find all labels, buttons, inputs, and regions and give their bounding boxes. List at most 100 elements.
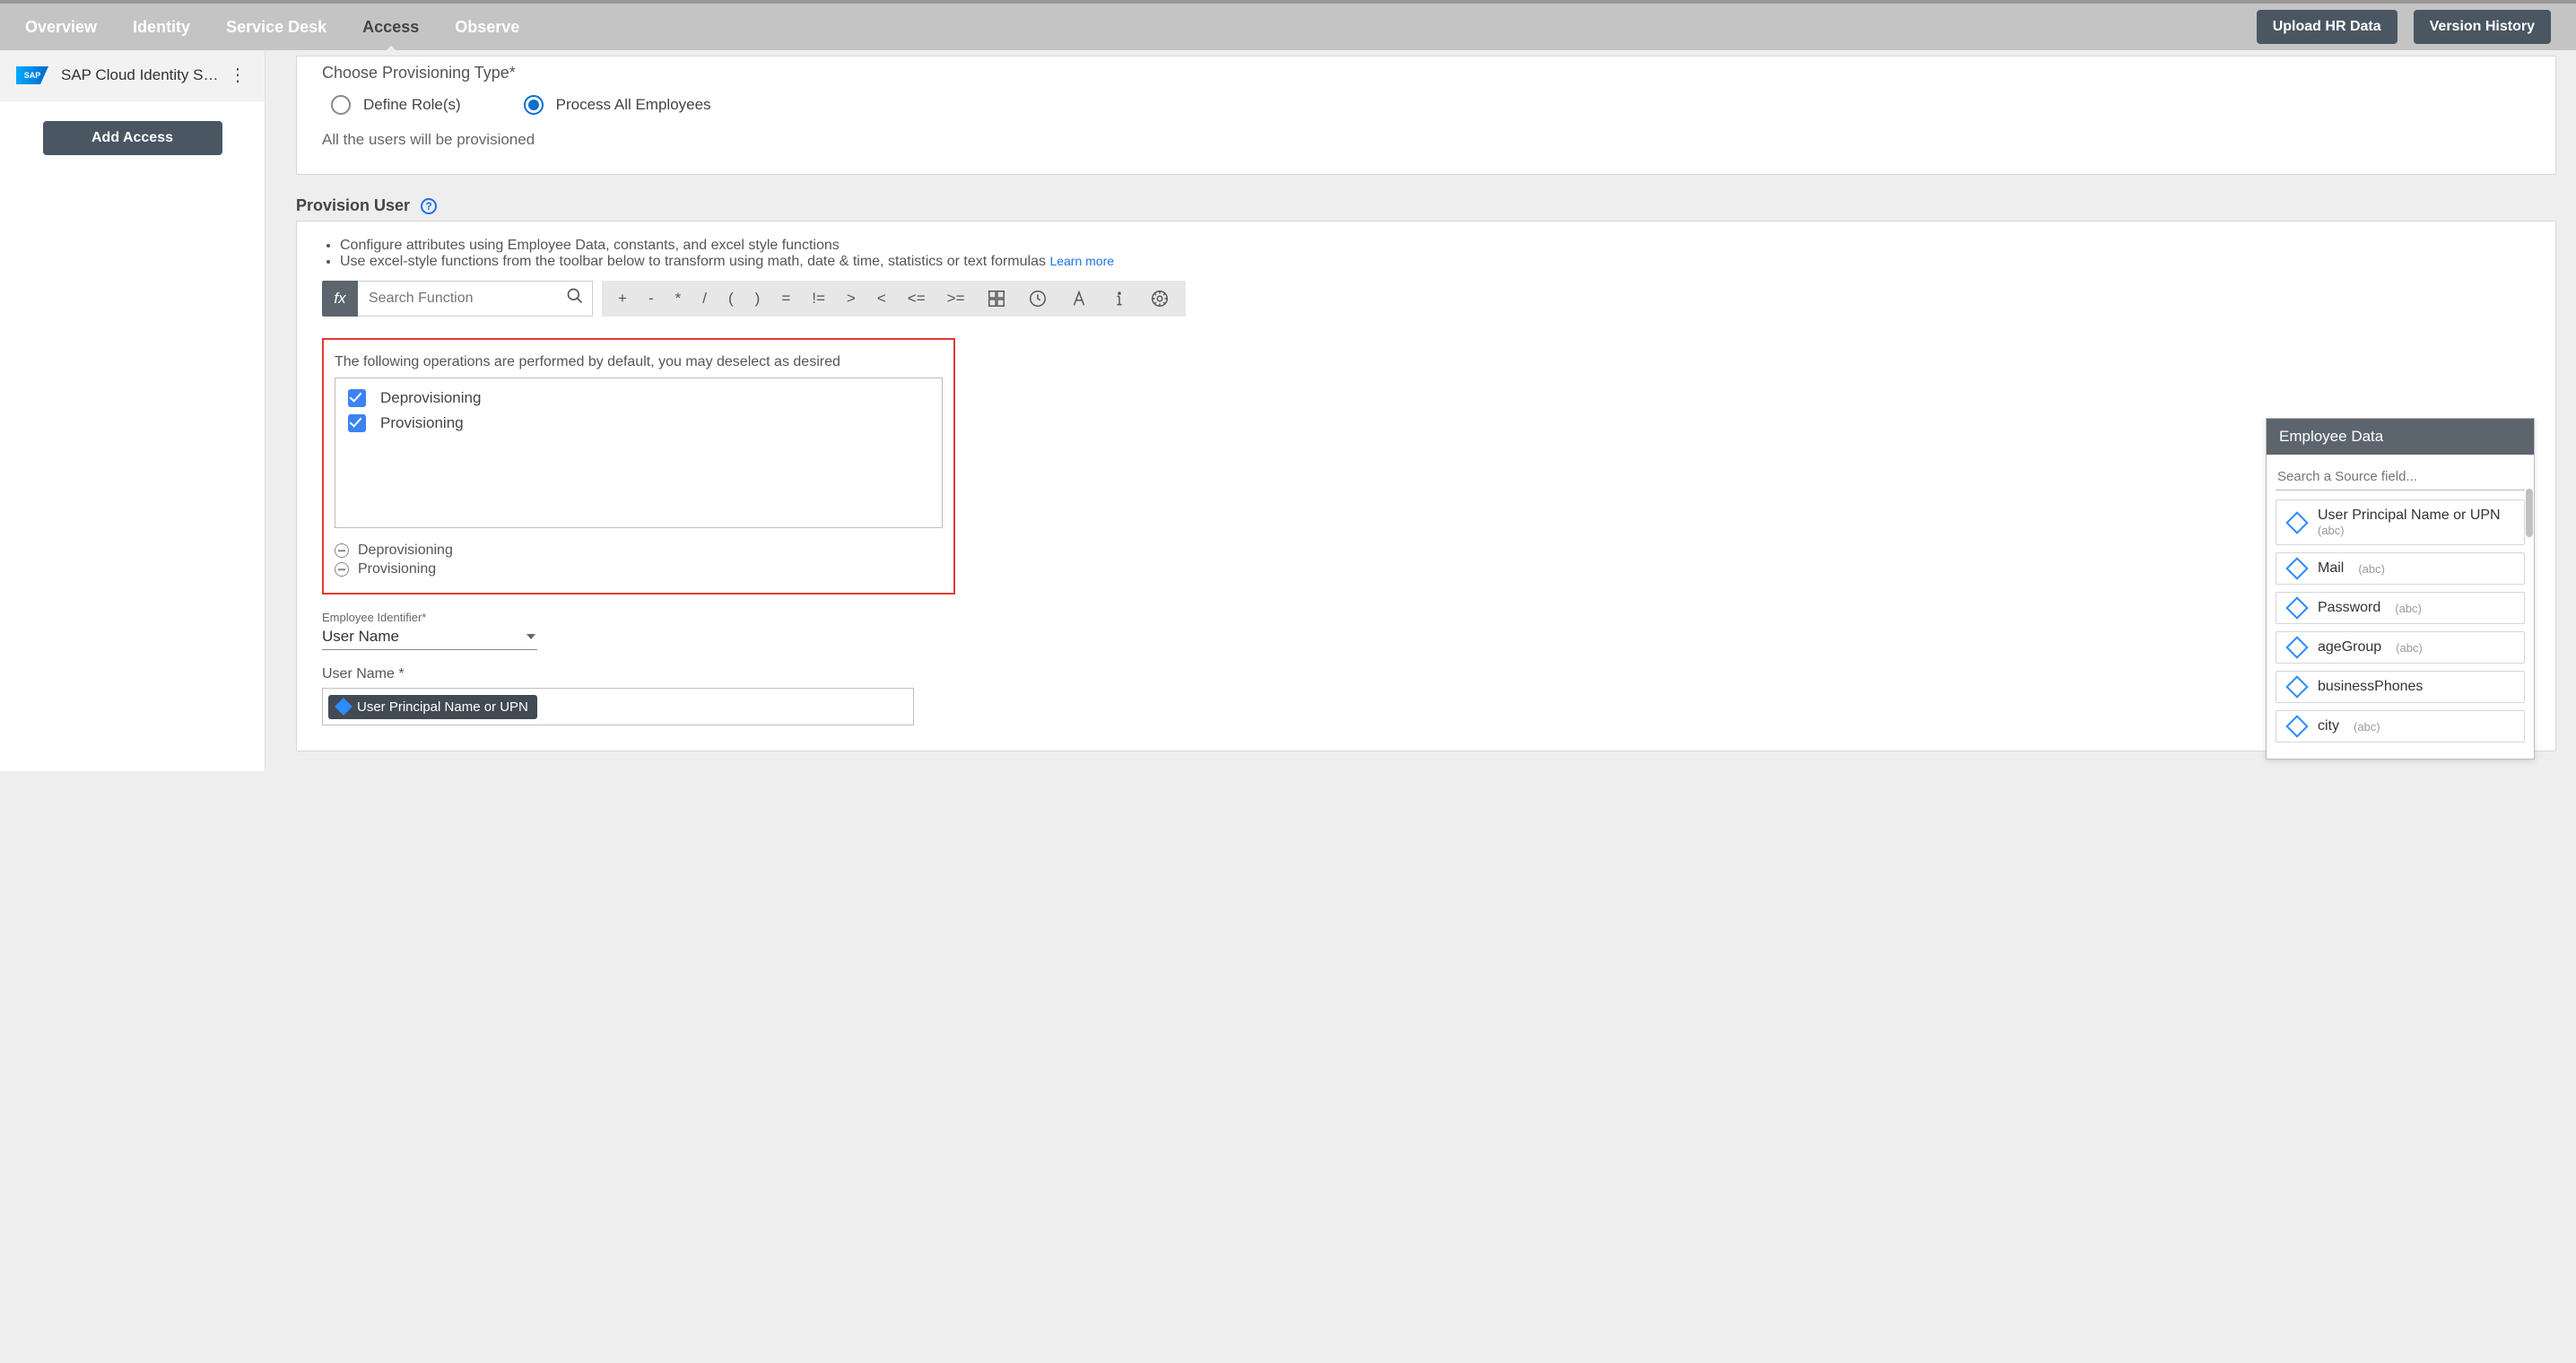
op-lparen[interactable]: (: [728, 290, 734, 308]
top-nav: Overview Identity Service Desk Access Ob…: [25, 18, 519, 37]
emp-item-name: User Principal Name or UPN: [2318, 508, 2501, 524]
function-bar: fx + - * / ( ) = != > <: [322, 281, 2530, 317]
info-tool-icon[interactable]: [1110, 289, 1128, 308]
math-tool-icon[interactable]: [987, 289, 1006, 308]
emp-item-type: (abc): [2358, 562, 2385, 576]
emp-id-value: User Name: [322, 628, 399, 646]
diamond-icon: [2285, 511, 2308, 534]
username-label: User Name *: [322, 666, 2530, 682]
emp-item-type: (abc): [2318, 524, 2501, 537]
op-gt[interactable]: >: [847, 290, 856, 308]
logic-tool-icon[interactable]: [1150, 289, 1170, 308]
prov-type-hint: All the users will be provisioned: [322, 131, 2530, 149]
sidebar-app-name: SAP Cloud Identity S…: [61, 66, 227, 84]
scrollbar-thumb[interactable]: [2526, 489, 2533, 537]
op-mult[interactable]: *: [675, 290, 682, 308]
emp-item[interactable]: city (abc): [2276, 710, 2525, 742]
diamond-icon: [2285, 636, 2308, 658]
emp-panel-title: Employee Data: [2267, 419, 2534, 455]
emp-item-name: ageGroup: [2318, 639, 2381, 655]
info-bullet-2: Use excel-style functions from the toolb…: [340, 254, 2530, 270]
radio-define-label: Define Role(s): [363, 96, 461, 114]
main-content: Choose Provisioning Type* Define Role(s)…: [265, 50, 2576, 771]
operator-strip: + - * / ( ) = != > < <= >=: [602, 281, 1186, 317]
section-title-text: Provision User: [296, 196, 410, 215]
nav-service-desk[interactable]: Service Desk: [226, 18, 326, 37]
emp-item[interactable]: businessPhones: [2276, 671, 2525, 703]
emp-item-name: Mail: [2318, 560, 2344, 577]
kebab-icon[interactable]: ⋮: [227, 66, 248, 84]
diamond-icon: [2285, 596, 2308, 619]
sidebar-app-row[interactable]: SAP SAP Cloud Identity S… ⋮: [0, 50, 265, 101]
diamond-icon: [335, 698, 352, 716]
ops-desc: The following operations are performed b…: [335, 354, 943, 370]
provision-user-card: Configure attributes using Employee Data…: [296, 221, 2556, 751]
chip-text: User Principal Name or UPN: [357, 699, 528, 715]
text-tool-icon[interactable]: [1069, 289, 1089, 308]
checked-icon: [348, 389, 366, 407]
upload-hr-data-button[interactable]: Upload HR Data: [2257, 10, 2398, 44]
selected-provisioning[interactable]: Provisioning: [335, 561, 943, 577]
op-gte[interactable]: >=: [947, 290, 965, 308]
emp-id-label: Employee Identifier*: [322, 611, 2530, 624]
emp-search-input[interactable]: [2276, 464, 2525, 491]
selected-deprovisioning[interactable]: Deprovisioning: [335, 543, 943, 559]
op-minus[interactable]: -: [648, 290, 654, 308]
emp-item[interactable]: ageGroup (abc): [2276, 631, 2525, 664]
add-access-button[interactable]: Add Access: [43, 121, 222, 155]
checkbox-deprovisioning[interactable]: Deprovisioning: [348, 389, 929, 407]
clock-tool-icon[interactable]: [1028, 289, 1048, 308]
nav-access[interactable]: Access: [362, 18, 419, 37]
emp-item-name: city: [2318, 718, 2339, 734]
prov-type-label: Choose Provisioning Type*: [322, 64, 2530, 82]
chip-upn[interactable]: User Principal Name or UPN: [328, 695, 537, 719]
checked-icon: [348, 414, 366, 432]
emp-item[interactable]: Mail (abc): [2276, 552, 2525, 585]
emp-item-name: Password: [2318, 600, 2380, 616]
checkbox-provisioning[interactable]: Provisioning: [348, 414, 929, 432]
search-icon[interactable]: [566, 287, 584, 310]
version-history-button[interactable]: Version History: [2414, 10, 2551, 44]
emp-item-type: (abc): [2354, 720, 2380, 734]
remove-icon: [335, 543, 349, 558]
diamond-icon: [2285, 557, 2308, 579]
emp-id-select[interactable]: User Name: [322, 626, 537, 650]
op-eq[interactable]: =: [781, 290, 790, 308]
learn-more-link[interactable]: Learn more: [1049, 254, 1114, 268]
sap-logo-icon: SAP: [16, 66, 48, 84]
diamond-icon: [2285, 715, 2308, 737]
ops-check-area: Deprovisioning Provisioning: [335, 378, 943, 528]
left-sidebar: SAP SAP Cloud Identity S… ⋮ Add Access: [0, 50, 265, 771]
chevron-down-icon: [527, 634, 535, 639]
op-lt[interactable]: <: [877, 290, 886, 308]
emp-item-type: (abc): [2396, 641, 2423, 655]
emp-item-name: businessPhones: [2318, 679, 2423, 695]
emp-item-type: (abc): [2395, 602, 2422, 615]
radio-define-roles[interactable]: Define Role(s): [331, 95, 461, 115]
fx-icon: fx: [322, 281, 358, 317]
emp-item[interactable]: User Principal Name or UPN(abc): [2276, 499, 2525, 545]
top-bar: Overview Identity Service Desk Access Ob…: [0, 0, 2576, 50]
remove-icon: [335, 562, 349, 577]
employee-data-panel: Employee Data User Principal Name or UPN…: [2266, 418, 2535, 760]
emp-item[interactable]: Password (abc): [2276, 592, 2525, 624]
radio-process-all-label: Process All Employees: [556, 96, 711, 114]
nav-identity[interactable]: Identity: [133, 18, 190, 37]
nav-overview[interactable]: Overview: [25, 18, 97, 37]
checkbox-prov-label: Provisioning: [380, 414, 464, 432]
section-title: Provision User ?: [296, 196, 2576, 215]
nav-observe[interactable]: Observe: [455, 18, 519, 37]
op-neq[interactable]: !=: [812, 290, 825, 308]
op-rparen[interactable]: ): [755, 290, 761, 308]
diamond-icon: [2285, 675, 2308, 698]
search-function-input[interactable]: [358, 281, 593, 317]
sel-prov-label: Provisioning: [358, 561, 436, 577]
checkbox-deprov-label: Deprovisioning: [380, 389, 481, 407]
radio-selected-icon: [524, 95, 544, 115]
op-lte[interactable]: <=: [908, 290, 926, 308]
op-plus[interactable]: +: [618, 290, 627, 308]
help-icon[interactable]: ?: [421, 198, 437, 214]
op-div[interactable]: /: [702, 290, 707, 308]
radio-process-all[interactable]: Process All Employees: [524, 95, 711, 115]
username-chip-input[interactable]: User Principal Name or UPN: [322, 688, 914, 725]
